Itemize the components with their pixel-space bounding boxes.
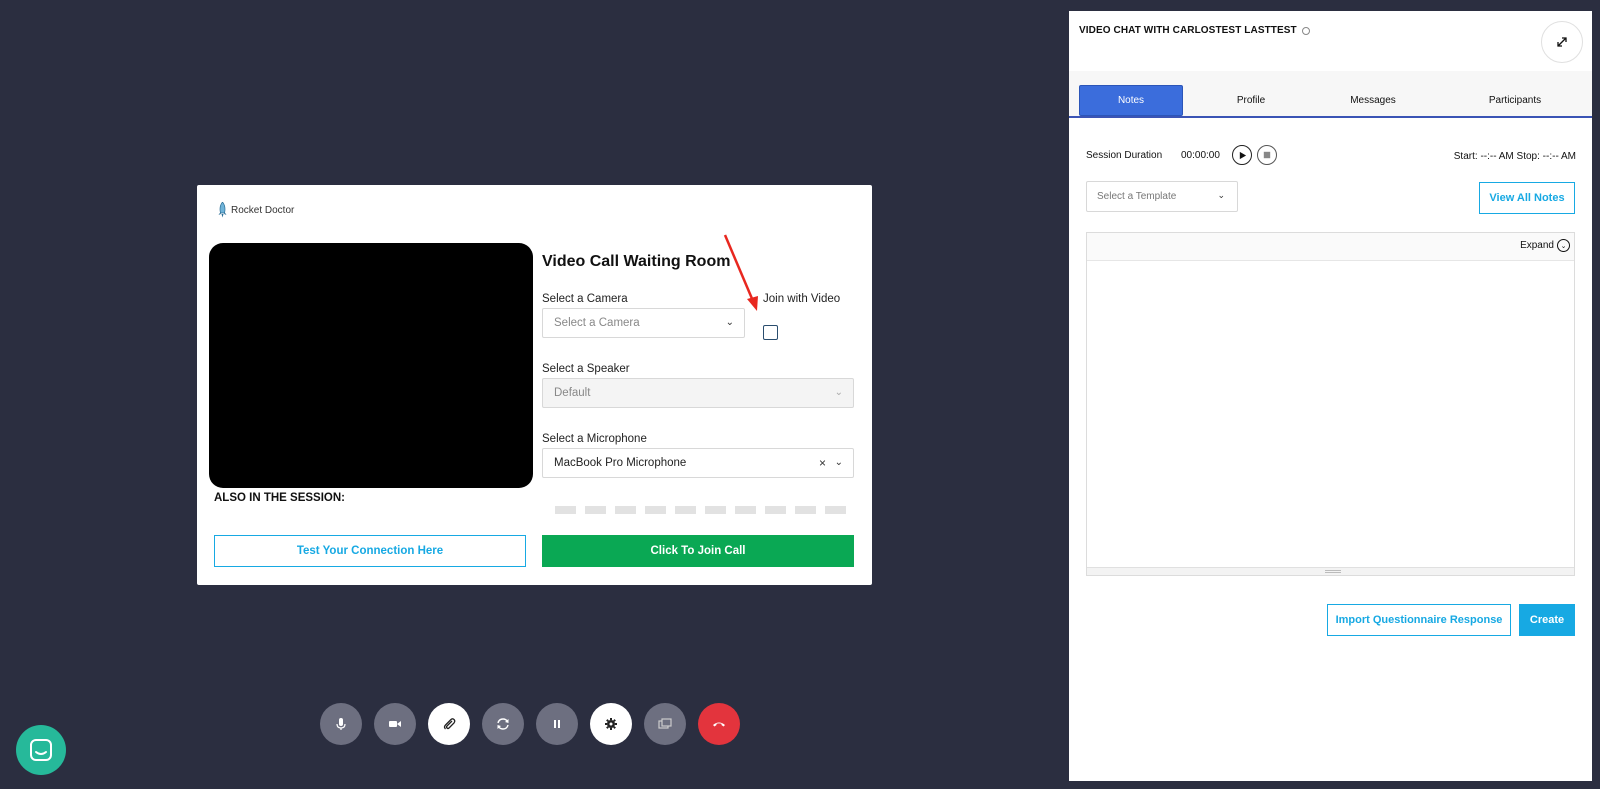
pause-icon — [554, 720, 560, 728]
speaker-select-value: Default — [554, 387, 591, 399]
hang-up-icon — [713, 722, 725, 727]
template-select-placeholder: Select a Template — [1097, 191, 1177, 202]
level-bar — [585, 506, 606, 514]
level-bar — [555, 506, 576, 514]
level-bar — [735, 506, 756, 514]
chevron-down-circle-icon: ⌄ — [1557, 239, 1570, 252]
view-all-notes-button[interactable]: View All Notes — [1479, 182, 1575, 214]
level-bar — [615, 506, 636, 514]
annotation-arrow — [723, 234, 758, 311]
video-camera-icon — [389, 721, 401, 727]
tab-participants[interactable]: Participants — [1463, 85, 1567, 116]
chevron-down-icon: ⌄ — [725, 317, 734, 328]
call-toolbar — [320, 703, 740, 745]
screen-share-button[interactable] — [644, 703, 686, 745]
chevron-down-icon: ⌄ — [1217, 190, 1225, 200]
clear-icon[interactable]: × — [819, 456, 826, 470]
waiting-room-card: Rocket Doctor ALSO IN THE SESSION: Video… — [197, 185, 872, 585]
level-bar — [705, 506, 726, 514]
play-icon — [1239, 151, 1246, 159]
microphone-level-meter — [555, 506, 846, 514]
chevron-down-icon: ⌄ — [834, 457, 843, 468]
template-select[interactable]: Select a Template ⌄ — [1086, 181, 1238, 212]
camera-select-placeholder: Select a Camera — [554, 317, 640, 329]
paperclip-icon — [443, 718, 456, 730]
session-timer: 00:00:00 — [1181, 150, 1220, 161]
speaker-label: Select a Speaker — [542, 363, 630, 375]
editor-expand-button[interactable]: Expand ⌄ — [1520, 239, 1570, 252]
rocket-doctor-logo: Rocket Doctor — [217, 202, 294, 218]
panel-tabs: Notes Profile Messages Participants — [1069, 71, 1592, 118]
test-connection-button[interactable]: Test Your Connection Here — [214, 535, 526, 567]
microphone-select-value: MacBook Pro Microphone — [554, 457, 687, 469]
level-bar — [795, 506, 816, 514]
video-chat-panel: VIDEO CHAT WITH CARLOSTEST LASTTEST Note… — [1069, 11, 1592, 781]
level-bar — [675, 506, 696, 514]
stop-icon — [1263, 151, 1271, 159]
notes-editor[interactable]: Expand ⌄ — [1086, 232, 1575, 576]
pause-button[interactable] — [536, 703, 578, 745]
settings-button[interactable] — [590, 703, 632, 745]
panel-title-text: VIDEO CHAT WITH CARLOSTEST LASTTEST — [1079, 25, 1297, 36]
refresh-icon — [497, 718, 509, 730]
microphone-icon — [336, 718, 346, 730]
microphone-button[interactable] — [320, 703, 362, 745]
chevron-down-icon: ⌄ — [834, 387, 843, 398]
start-stop-times: Start: --:-- AM Stop: --:-- AM — [1453, 151, 1576, 162]
editor-resize-bar[interactable] — [1087, 567, 1574, 575]
resize-grip-icon — [1325, 570, 1341, 573]
import-questionnaire-button[interactable]: Import Questionnaire Response — [1327, 604, 1511, 636]
expand-arrows-icon — [1557, 37, 1567, 47]
level-bar — [765, 506, 786, 514]
start-timer-button[interactable] — [1232, 145, 1252, 165]
microphone-label: Select a Microphone — [542, 433, 647, 445]
create-note-button[interactable]: Create — [1519, 604, 1575, 636]
screen-share-icon — [658, 718, 672, 729]
tab-profile[interactable]: Profile — [1199, 85, 1303, 116]
level-bar — [645, 506, 666, 514]
panel-title: VIDEO CHAT WITH CARLOSTEST LASTTEST — [1079, 25, 1310, 36]
chat-launcher-button[interactable] — [16, 725, 66, 775]
join-with-video-label: Join with Video — [763, 293, 841, 305]
rocket-icon — [218, 202, 227, 218]
session-duration-label: Session Duration — [1086, 150, 1163, 161]
logo-text: Rocket Doctor — [231, 204, 295, 216]
camera-button[interactable] — [374, 703, 416, 745]
status-circle-icon — [1301, 26, 1310, 35]
microphone-select[interactable]: MacBook Pro Microphone × ⌄ — [542, 448, 854, 478]
waiting-room-title: Video Call Waiting Room — [542, 253, 731, 270]
camera-select[interactable]: Select a Camera ⌄ — [542, 308, 745, 338]
hang-up-button[interactable] — [698, 703, 740, 745]
session-duration-row: Session Duration 00:00:00 Start: --:-- A… — [1086, 144, 1576, 168]
editor-expand-label: Expand — [1520, 240, 1554, 251]
camera-label: Select a Camera — [542, 293, 628, 305]
switch-camera-button[interactable] — [482, 703, 524, 745]
fullscreen-button[interactable] — [1541, 21, 1583, 63]
speaker-select[interactable]: Default ⌄ — [542, 378, 854, 408]
tab-messages[interactable]: Messages — [1321, 85, 1425, 116]
attach-button[interactable] — [428, 703, 470, 745]
chat-icon — [30, 739, 52, 761]
level-bar — [825, 506, 846, 514]
video-preview — [209, 243, 533, 488]
join-call-button[interactable]: Click To Join Call — [542, 535, 854, 567]
tab-notes[interactable]: Notes — [1079, 85, 1183, 116]
stop-timer-button[interactable] — [1257, 145, 1277, 165]
gear-icon — [605, 718, 617, 730]
join-with-video-checkbox[interactable] — [763, 325, 778, 340]
editor-toolbar: Expand ⌄ — [1087, 233, 1574, 261]
also-in-session-label: ALSO IN THE SESSION: — [214, 492, 345, 504]
